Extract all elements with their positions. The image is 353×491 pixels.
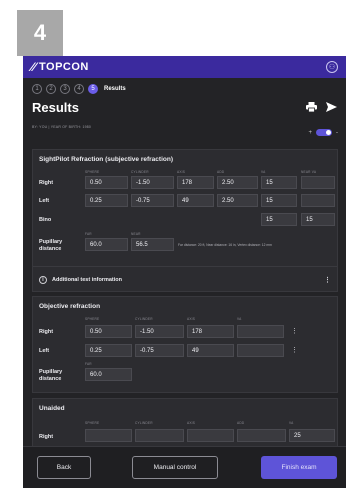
card-title: SightPilot Refraction (subjective refrac… <box>39 156 173 163</box>
back-button[interactable]: Back <box>37 456 91 479</box>
axis-left-field[interactable]: 49 <box>177 194 214 207</box>
col-header: SPHERE <box>85 317 100 321</box>
card-title: Unaided <box>39 405 65 412</box>
va-left-field[interactable]: 15 <box>261 194 297 207</box>
page-title: Results <box>32 100 79 115</box>
card-title: Objective refraction <box>39 303 101 310</box>
va-bino-field[interactable]: 15 <box>261 213 297 226</box>
row-label: Pupillary <box>39 239 63 245</box>
user-icon[interactable]: ⚇ <box>326 61 338 73</box>
more-options-icon[interactable]: ⋮ <box>324 276 331 284</box>
top-bar: ⁄⁄ TOPCON ⚇ <box>23 56 346 78</box>
col-header: AXIS <box>187 317 196 321</box>
active-step-label: Results <box>104 86 126 92</box>
footer-bar: Back Manual control Finish exam <box>23 446 346 488</box>
row-label: distance <box>39 376 62 382</box>
col-header: SPHERE <box>85 170 100 174</box>
obj-cylinder-right-field[interactable]: -1.50 <box>135 325 184 338</box>
col-header: NEAR VA <box>301 170 317 174</box>
toggle-minus-label: - <box>336 129 338 136</box>
col-header: CYLINDER <box>131 170 149 174</box>
obj-axis-left-field[interactable]: 49 <box>187 344 234 357</box>
near-va-left-field[interactable] <box>301 194 335 207</box>
add-right-field[interactable]: 2.50 <box>217 176 258 189</box>
step-1[interactable]: 1 <box>32 84 42 94</box>
objective-card: Objective refraction SPHERE CYLINDER AXI… <box>32 296 338 393</box>
unaided-add-right-field[interactable] <box>237 429 286 442</box>
row-options-icon[interactable]: ⋮ <box>291 327 298 335</box>
sphere-left-field[interactable]: 0.25 <box>85 194 128 207</box>
distance-note: Far distance: 20 ft, Near distance: 16 i… <box>178 243 272 247</box>
col-header: VA <box>237 317 242 321</box>
near-va-right-field[interactable] <box>301 176 335 189</box>
col-header: CYLINDER <box>135 317 153 321</box>
add-left-field[interactable]: 2.50 <box>217 194 258 207</box>
unaided-cylinder-right-field[interactable] <box>135 429 184 442</box>
col-header: VA <box>289 421 294 425</box>
additional-info-label: Additional test information <box>52 276 122 283</box>
printer-icon[interactable] <box>306 101 317 115</box>
obj-pd-far-field[interactable]: 60.0 <box>85 368 132 381</box>
step-3[interactable]: 3 <box>60 84 70 94</box>
obj-sphere-left-field[interactable]: 0.25 <box>85 344 132 357</box>
logo-text: TOPCON <box>39 61 89 73</box>
manual-control-button[interactable]: Manual control <box>132 456 218 479</box>
toggle-plus-label: + <box>308 129 312 136</box>
col-header: CYLINDER <box>135 421 153 425</box>
obj-va-right-field[interactable] <box>237 325 284 338</box>
row-label: Bino <box>39 217 52 223</box>
sphere-right-field[interactable]: 0.50 <box>85 176 128 189</box>
row-label: Right <box>39 180 54 186</box>
sightpilot-card: SightPilot Refraction (subjective refrac… <box>32 149 338 292</box>
row-label: Right <box>39 434 54 440</box>
toggle-switch[interactable] <box>316 129 332 136</box>
page-header: Results BY: YOU | YEAR OF BIRTH: 1980 <box>23 94 346 129</box>
col-header: AXIS <box>177 170 186 174</box>
pd-far-field[interactable]: 60.0 <box>85 238 128 251</box>
send-icon[interactable] <box>326 101 337 115</box>
obj-va-left-field[interactable] <box>237 344 284 357</box>
logo-mark-icon: ⁄⁄ <box>31 60 37 74</box>
obj-cylinder-left-field[interactable]: -0.75 <box>135 344 184 357</box>
step-progress: 1 2 3 4 5 Results <box>23 78 346 94</box>
app-window: ⁄⁄ TOPCON ⚇ 1 2 3 4 5 Results Results BY… <box>23 56 346 488</box>
pd-near-field[interactable]: 56.5 <box>131 238 174 251</box>
unaided-va-right-field[interactable]: 25 <box>289 429 335 442</box>
va-right-field[interactable]: 15 <box>261 176 297 189</box>
row-label: Right <box>39 329 54 335</box>
step-4[interactable]: 4 <box>74 84 84 94</box>
view-toggle[interactable]: + - <box>308 129 338 136</box>
row-label: Left <box>39 348 50 354</box>
col-header: NEAR <box>131 232 141 236</box>
col-header: FAR <box>85 362 92 366</box>
step-number-badge: 4 <box>17 10 63 56</box>
row-options-icon[interactable]: ⋮ <box>291 346 298 354</box>
step-5[interactable]: 5 <box>88 84 98 94</box>
step-2[interactable]: 2 <box>46 84 56 94</box>
info-icon: i <box>39 275 47 284</box>
near-va-bino-field[interactable]: 15 <box>301 213 335 226</box>
obj-axis-right-field[interactable]: 178 <box>187 325 234 338</box>
col-header: VA <box>261 170 266 174</box>
cylinder-left-field[interactable]: -0.75 <box>131 194 174 207</box>
col-header: SPHERE <box>85 421 100 425</box>
col-header: AXIS <box>187 421 196 425</box>
row-label: distance <box>39 246 62 252</box>
unaided-axis-right-field[interactable] <box>187 429 234 442</box>
finish-exam-button[interactable]: Finish exam <box>261 456 337 479</box>
col-header: ADD <box>237 421 245 425</box>
col-header: FAR <box>85 232 92 236</box>
obj-sphere-right-field[interactable]: 0.50 <box>85 325 132 338</box>
col-header: ADD <box>217 170 225 174</box>
topcon-logo: ⁄⁄ TOPCON <box>31 60 89 74</box>
unaided-sphere-right-field[interactable] <box>85 429 132 442</box>
row-label: Pupillary <box>39 369 63 375</box>
cylinder-right-field[interactable]: -1.50 <box>131 176 174 189</box>
patient-info: BY: YOU | YEAR OF BIRTH: 1980 <box>32 125 92 129</box>
row-label: Left <box>39 198 50 204</box>
axis-right-field[interactable]: 178 <box>177 176 214 189</box>
additional-info-row[interactable]: i Additional test information ⋮ <box>33 266 337 292</box>
